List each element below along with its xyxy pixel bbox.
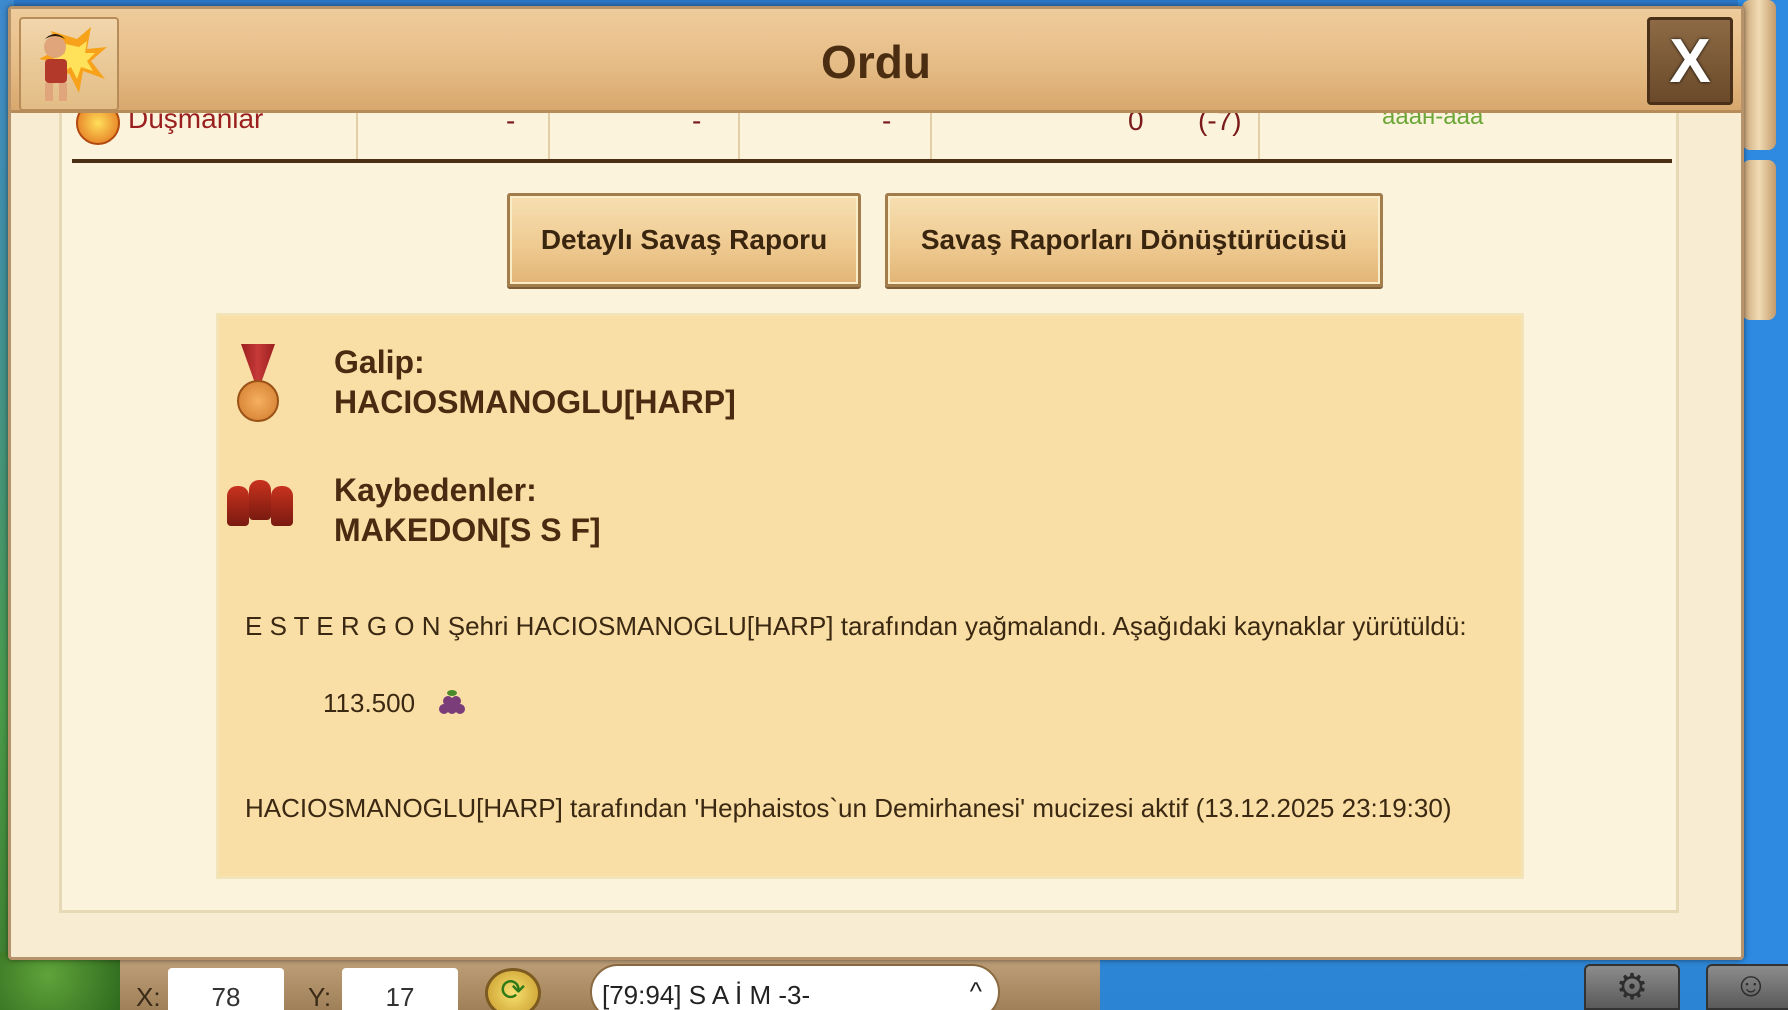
- coordinate-panel: X: 78 Y: 17 ⟳ [79:94] S A İ M -3- ^: [120, 956, 1100, 1010]
- table-cell: (-7): [1198, 113, 1242, 136]
- report-converter-button[interactable]: Savaş Raporları Dönüştürücüsü: [885, 193, 1383, 287]
- enemy-row-label: Düşmanlar: [128, 113, 264, 134]
- battle-result-box: Galip: HACIOSMANOGLU[HARP] Kaybedenler: …: [216, 313, 1524, 879]
- gear-icon[interactable]: ⚙: [1584, 964, 1680, 1010]
- table-cell: -: [882, 113, 892, 136]
- y-coordinate-input[interactable]: 17: [342, 968, 458, 1010]
- previous-table-row: Düşmanlar - - - 0 (-7) ааан-ааа: [72, 113, 1672, 163]
- table-cell: -: [692, 113, 702, 136]
- loot-message: E S T E R G O N Şehri HACIOSMANOGLU[HARP…: [245, 611, 1467, 641]
- side-scroll-tab[interactable]: [1742, 0, 1776, 150]
- loot-amount: 113.500: [323, 688, 416, 718]
- winner-heading: Galip:: [334, 344, 425, 380]
- bottom-bar: X: 78 Y: 17 ⟳ [79:94] S A İ M -3- ^ ⚙ ☺: [0, 952, 1788, 1010]
- chat-icon[interactable]: ☺: [1706, 964, 1788, 1010]
- city-name: [79:94] S A İ M -3-: [602, 980, 811, 1010]
- x-coordinate-label: X:: [136, 982, 161, 1010]
- column-divider: [1258, 113, 1260, 159]
- miracle-message: HACIOSMANOGLU[HARP] tarafından 'Hephaist…: [245, 793, 1452, 823]
- city-selector[interactable]: [79:94] S A İ M -3- ^: [590, 964, 1000, 1010]
- loser-heading: Kaybedenler:: [334, 472, 537, 508]
- report-content: Düşmanlar - - - 0 (-7) ааан-ааа Detaylı …: [59, 113, 1679, 913]
- window-title: Ordu: [821, 36, 931, 88]
- detailed-report-button[interactable]: Detaylı Savaş Raporu: [507, 193, 861, 287]
- loser-name[interactable]: MAKEDON[S S F]: [334, 512, 601, 549]
- enemy-icon: [76, 113, 120, 145]
- table-cell: -: [506, 113, 516, 136]
- column-divider: [738, 113, 740, 159]
- column-divider: [548, 113, 550, 159]
- x-coordinate-input[interactable]: 78: [168, 968, 284, 1010]
- table-cell: ааан-ааа: [1382, 113, 1484, 130]
- army-window: Ordu X Düşmanlar - - - 0 (-7) ааан-ааа D…: [8, 6, 1744, 960]
- map-tile: [0, 952, 120, 1010]
- side-scroll-tab[interactable]: [1742, 160, 1776, 320]
- column-divider: [356, 113, 358, 159]
- winner-name[interactable]: HACIOSMANOGLU[HARP]: [334, 384, 736, 421]
- map-edge-right: [1738, 0, 1788, 1010]
- chevron-up-icon: ^: [969, 976, 982, 1006]
- column-divider: [930, 113, 932, 159]
- refresh-icon[interactable]: ⟳: [485, 968, 541, 1010]
- y-coordinate-label: Y:: [308, 982, 332, 1010]
- grape-icon: [437, 690, 467, 716]
- window-title-bar: Ordu X: [11, 9, 1741, 113]
- table-cell: 0: [1128, 113, 1144, 136]
- close-button[interactable]: X: [1647, 17, 1733, 105]
- medal-icon: [233, 344, 285, 422]
- army-units-icon: [223, 476, 299, 534]
